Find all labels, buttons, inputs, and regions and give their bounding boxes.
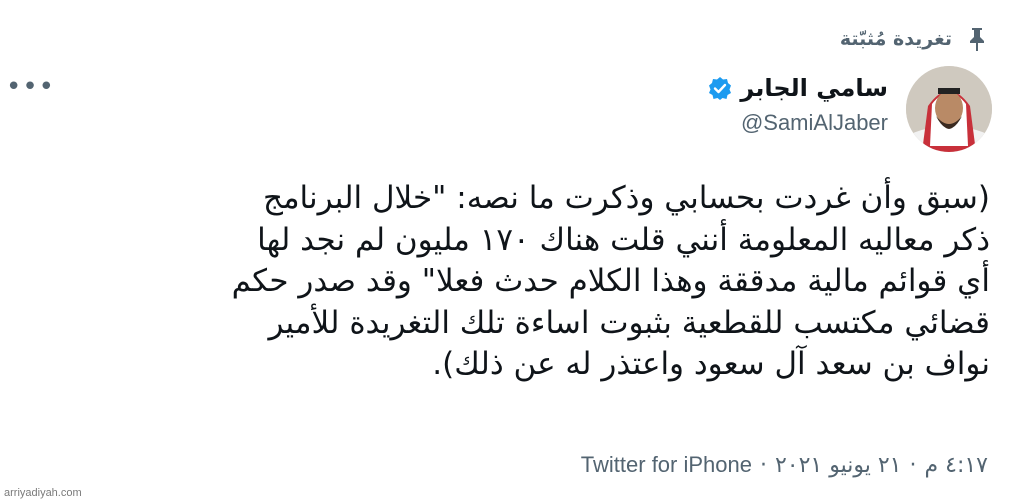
tweet-time[interactable]: ٤:١٧ م (925, 453, 989, 478)
pin-icon (966, 26, 988, 52)
tweet-line: أي قوائم مالية مدققة وهذا الكلام حدث فعل… (231, 263, 990, 299)
meta-separator: · (909, 452, 917, 478)
meta-separator: · (759, 452, 767, 478)
tweet-date[interactable]: ٢١ يونيو ٢٠٢١ (775, 453, 902, 478)
pinned-label: تغريدة مُثبّتة (839, 28, 952, 50)
tweet-text: (سبق وأن غردت بحسابي وذكرت ما نصه: "خلال… (10, 178, 990, 386)
tweet-source[interactable]: Twitter for iPhone (581, 452, 752, 478)
tweet-metadata: ٤:١٧ م · ٢١ يونيو ٢٠٢١ · Twitter for iPh… (581, 452, 988, 478)
author-handle[interactable]: @SamiAlJaber (708, 110, 888, 136)
tweet-line: (سبق وأن غردت بحسابي وذكرت ما نصه: "خلال… (262, 180, 990, 216)
site-watermark: arriyadiyah.com (4, 487, 82, 499)
more-options-icon[interactable]: ••• (6, 74, 55, 100)
avatar[interactable] (906, 66, 992, 152)
tweet-line: ذكر معاليه المعلومة أنني قلت هناك ١٧٠ مل… (257, 221, 990, 258)
verified-badge-icon (708, 76, 732, 100)
pinned-indicator: تغريدة مُثبّتة (840, 26, 988, 52)
author-block: سامي الجابر @SamiAlJaber (708, 74, 888, 136)
tweet-line: نواف بن سعد آل سعود واعتذر له عن ذلك). (432, 346, 990, 382)
tweet-line: قضائي مكتسب للقطعية بثبوت اساءة تلك التغ… (268, 304, 990, 341)
author-name[interactable]: سامي الجابر (740, 74, 888, 102)
